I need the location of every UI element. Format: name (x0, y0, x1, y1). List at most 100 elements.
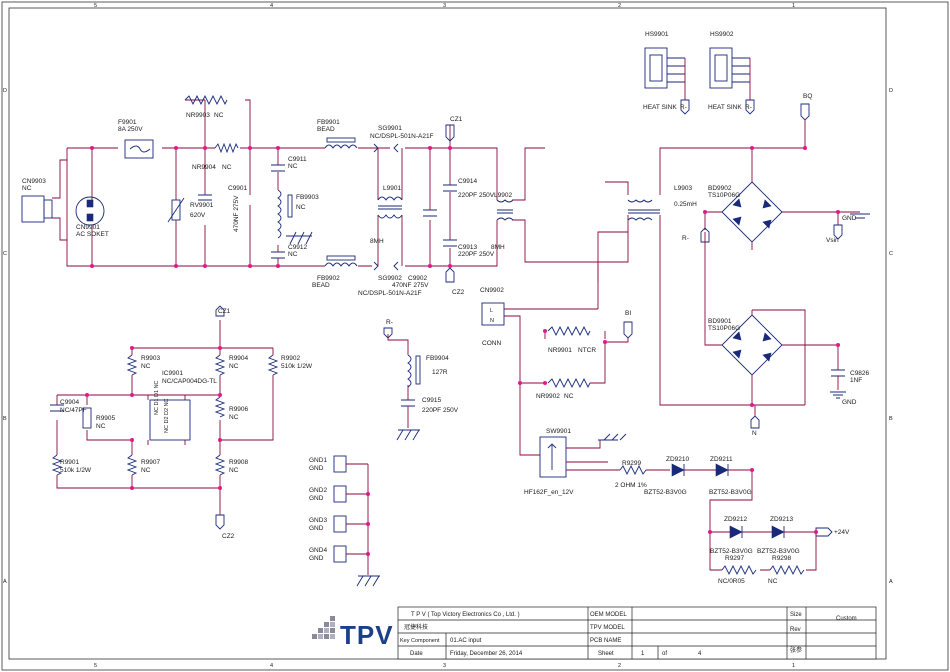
r9904-ref: R9904 (229, 355, 249, 362)
col-marker: 5 (94, 663, 97, 669)
r9906-ref: R9906 (229, 406, 249, 413)
zd9210-value: BZT52-B3V0G (644, 489, 687, 496)
bq-port: BQ (800, 93, 812, 148)
bd9902-value: TS10P06G (708, 192, 740, 199)
r9907-value: NC (141, 467, 151, 474)
nr9904-ref: NR9904 (192, 164, 216, 171)
c9914-value: 220PF 250V (458, 192, 495, 199)
schematic-sheet: 5 4 3 2 1 5 4 3 2 1 D C B A D C B A CN99… (1, 1, 949, 671)
gnd-label: GND (842, 399, 857, 406)
n-label: N (752, 430, 757, 437)
sheet-of-label: of (662, 651, 667, 657)
zd9213-value: BZT52-B3V0G (757, 548, 800, 555)
r9906-resistor: R9906 NC (214, 396, 249, 421)
zd9212-value: BZT52-B3V0G (710, 548, 753, 555)
r9908-ref: R9908 (229, 459, 249, 466)
sw9901-value: HF162F_en_12V (524, 489, 574, 496)
fb9903-bead: FB9903 NC (277, 189, 319, 245)
col-marker: 4 (270, 3, 273, 9)
fb9904-value: 127R (432, 369, 448, 376)
company-name-cn: 冠捷科技 (404, 623, 428, 631)
c9902-ref: C9902 (408, 275, 428, 282)
r9297-value: NC/0R05 (718, 578, 745, 585)
ic9901-chip: NC D1 D1 NC NC D2 D2 NC IC9901 NC/CAP004… (149, 370, 217, 441)
svg-text:L: L (490, 308, 493, 314)
plus24-label: +24V (834, 529, 850, 536)
c9826-value: 1NF (850, 377, 862, 384)
gnd-connectors: GND1 GND GND2 GND GND3 GND GND4 GND (309, 455, 380, 587)
nr9903-thermistor: NR9903 NC (184, 94, 228, 119)
r9903-resistor: R9903 NC (126, 354, 161, 376)
sg9901-value: NC/DSPL-501N-A21F (370, 133, 434, 140)
bd9901-bridge: BD9901 TS10P06G (704, 232, 839, 405)
cn9903-value: NC (22, 185, 32, 192)
c9915-value: 220PF 250V (422, 407, 459, 414)
r9907-resistor: R9907 NC (126, 454, 161, 476)
company-name: T P V ( Top Victory Electronics Co , Ltd… (411, 612, 520, 618)
conn-label: CONN (482, 340, 501, 347)
rv9901-ref: RV9901 (190, 202, 214, 209)
tpv-logo: TPV (312, 616, 394, 650)
r9908-resistor: R9908 NC (214, 454, 249, 476)
tpv-model-label: TPV MODEL (590, 625, 625, 631)
nr9903-ref: NR9903 (186, 112, 210, 119)
tpv-logo-text: TPV (340, 620, 394, 650)
r-minus-label: R- (680, 104, 687, 111)
c9915-ref: C9915 (422, 397, 442, 404)
cn9901-ac-socket: CN9901 AC SOKET (75, 196, 109, 238)
r9902-value: 510k 1/2W (281, 363, 313, 370)
date-label: Date (410, 651, 423, 657)
bi-port: BI (597, 282, 633, 343)
nr9902-value: NC (564, 393, 574, 400)
f9901-value: 8A 250V (118, 126, 143, 133)
sheet-label: Sheet (598, 651, 614, 657)
gnd3-ref: GND3 (309, 517, 327, 524)
l9901-ref: L9901 (383, 185, 401, 192)
r9298-ref: R9298 (772, 555, 792, 562)
f9901-ref: F9901 (118, 119, 137, 126)
ic9901-ref: IC9901 (162, 370, 183, 377)
row-marker: D (889, 88, 893, 94)
nr9902-ref: NR9902 (536, 393, 560, 400)
r9903-ref: R9903 (141, 355, 161, 362)
r9902-ref: R9902 (281, 355, 301, 362)
l9901-choke: L9901 8MH (370, 148, 403, 266)
col-marker: 2 (618, 663, 621, 669)
cn9903-ref: CN9903 (22, 178, 46, 185)
row-marker: D (3, 88, 7, 94)
sg9902-ref: SG9902 (378, 275, 402, 282)
f9901-fuse: F9901 8A 250V (118, 119, 154, 159)
r9298-value: NC (768, 578, 778, 585)
r9299-value: 2 OHM 1% (615, 482, 647, 489)
fb9902-bead: FB9902 BEAD (312, 255, 358, 289)
fb9901-ref: FB9901 (317, 119, 340, 126)
bd9902-ref: BD9902 (708, 185, 732, 192)
row-marker: A (889, 579, 893, 585)
title-block: T P V ( Top Victory Electronics Co , Ltd… (397, 606, 877, 660)
fb9903-value: NC (296, 204, 306, 211)
bd9901-ref: BD9901 (708, 318, 732, 325)
c9826-capacitor: C9826 1NF GND (830, 369, 870, 406)
cn9901-ref: CN9901 (76, 224, 100, 231)
fb9904-ref: FB9904 (426, 355, 449, 362)
c9911-capacitor: C9911 NC (271, 156, 307, 172)
r9297-ref: R9297 (725, 555, 745, 562)
gnd-label: GND (842, 215, 857, 222)
row-marker: A (3, 579, 7, 585)
l9903-value: 0.25mH (674, 201, 697, 208)
n-port: N (750, 405, 760, 437)
sg9902-value: NC/DSPL-501N-A21F (358, 290, 422, 297)
col-marker: 3 (443, 3, 446, 9)
row-marker: B (889, 416, 893, 422)
fb9901-value: BEAD (317, 126, 335, 133)
l9903-ref: L9903 (674, 185, 692, 192)
cn9902-ref: CN9902 (480, 287, 504, 294)
zd9210-ref: ZD9210 (666, 456, 690, 463)
frame-zone-markers: 5 4 3 2 1 5 4 3 2 1 D C B A D C B A (3, 3, 893, 669)
l9903-inductor-wiring: L9903 0.25mH (597, 147, 805, 406)
date-value: Friday, December 26, 2014 (450, 651, 523, 657)
fb9903-ref: FB9903 (296, 194, 319, 201)
nr9901-ntc: NR9901 NTCR (544, 325, 606, 354)
c9915-capacitor: C9915 220PF 250V (396, 397, 459, 441)
ic9901-bottom-pins: NC D2 D2 NC (164, 398, 170, 433)
